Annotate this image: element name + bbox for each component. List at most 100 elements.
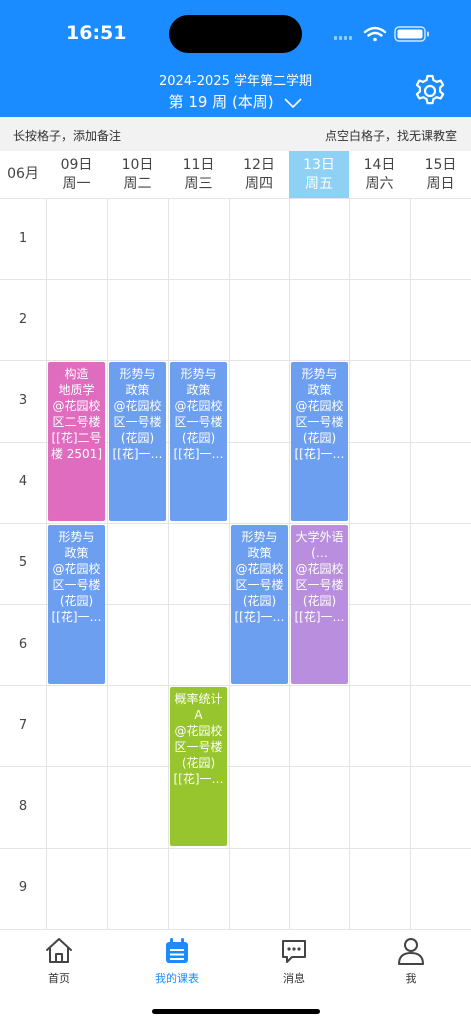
course-text: 政策 [307,383,332,397]
app-header: 16:51 2024-2025 学年第二学期 第 19 周 (本周) [0,0,471,117]
hint-add-note: 长按格子，添加备注 [13,129,122,143]
battery-icon [394,26,429,42]
course-text: [[花]一… [294,610,345,624]
week-label: 第 19 周 (本周) [168,93,274,111]
course-text: 区一号楼 [235,578,284,592]
course-text: @花园校 [174,724,223,738]
course-text: [[花]一… [112,447,163,461]
course-text: (花园) [181,756,216,770]
hint-find-classroom: 点空白格子，找无课教室 [324,129,457,143]
day-date: 09日 [60,157,93,173]
day-header-2: 11日 周三 [168,151,229,198]
course-text: 形势与 [301,367,338,381]
grid-col-line [410,198,411,929]
course-text: 区一号楼 [174,415,223,429]
settings-button[interactable] [412,73,448,109]
period-label: 7 [18,718,28,733]
course-text: (… [311,546,328,560]
course-text: 构造 [64,367,89,381]
course-text: [[花]二号 [51,431,102,445]
dynamic-island [169,15,302,53]
course-text: 形势与 [241,530,278,544]
schedule-icon [166,938,188,963]
course-block[interactable]: 形势与政策 @花园校区一号楼 (花园) [[花]一… [291,362,348,521]
status-time: 16:51 [66,22,127,44]
course-text: 政策 [64,546,89,560]
message-icon [282,940,306,963]
course-text: (花园) [59,594,94,608]
tab-home-label: 首页 [48,972,70,985]
day-date: 11日 [182,157,215,173]
course-block[interactable]: 概率统计 A @花园校区一号楼 (花园) [[花]一… [170,687,227,846]
course-text: 政策 [247,546,272,560]
period-label: 9 [18,880,28,895]
day-date: 14日 [363,157,396,173]
course-text: 区一号楼 [295,415,344,429]
tab-me[interactable]: 我 [371,936,451,986]
day-weekday: 周一 [62,176,91,192]
tab-schedule-label: 我的课表 [155,972,199,985]
grid-col-line [46,198,47,929]
course-text: 形势与 [119,367,156,381]
course-text: (花园) [181,431,216,445]
course-text: [[花]一… [173,772,224,786]
day-header-1: 10日 周二 [107,151,168,198]
chevron-down-icon [284,94,303,112]
day-header-5: 14日 周六 [349,151,410,198]
course-text: 政策 [186,383,211,397]
course-text: @花园校 [113,399,162,413]
course-text: 区一号楼 [174,740,223,754]
course-text: @花园校 [52,399,101,413]
course-text: 形势与 [58,530,95,544]
day-weekday: 周四 [245,176,273,192]
grid-row-line [0,523,471,524]
course-block[interactable]: 构造 地质学 @花园校 区二号楼 [[花]二号楼 2501] [48,362,105,521]
period-label: 6 [18,637,28,652]
term-title: 2024-2025 学年第二学期 [159,74,312,89]
day-date: 12日 [243,157,275,173]
course-text: @花园校 [295,399,344,413]
home-icon [46,938,72,963]
hint-bar: 长按格子，添加备注 点空白格子，找无课教室 [0,117,471,151]
month-label: 06月 [7,166,39,182]
course-text: @花园校 [174,399,223,413]
course-text: (花园) [302,431,337,445]
grid-row-line [0,848,471,849]
grid-row-line [0,685,471,686]
tab-home[interactable]: 首页 [19,936,99,986]
grid-col-line [349,198,350,929]
period-label: 5 [18,555,28,570]
grid-row-line [0,279,471,280]
course-block[interactable]: 形势与 政策 @花园校 区一号楼 (花园) [[花]一… [109,362,166,521]
course-text: @花园校 [235,562,284,576]
tab-schedule[interactable]: 我的课表 [137,936,217,986]
course-block[interactable]: 形势与 政策 @花园校 区一号楼 (花园) [[花]一… [48,525,105,684]
course-text: [[花]一… [294,447,345,461]
course-text: @花园校 [52,562,101,576]
day-header-0: 09日周一 [46,151,107,198]
tab-messages[interactable]: 消息 [254,936,334,986]
day-date: 10日 [121,157,154,173]
day-header-3: 12日周四 [229,151,289,198]
course-block[interactable]: 形势与 政策 @花园校 区一号楼 (花园) [[花]一… [231,525,288,684]
course-text: 政策 [125,383,150,397]
day-date: 13日 [303,157,335,173]
course-text: 楼 2501] [50,447,103,461]
tab-me-label: 我 [405,972,417,985]
day-date: 15日 [424,157,457,173]
week-selector[interactable]: 第 19 周 (本周) [0,91,471,112]
timetable-grid[interactable]: 1 2 3 4 5 6 7 8 9 构造 地质学 @花园校 区二号楼 [[花]二号楼 2501] 形势与 政策… [0,198,471,930]
course-block[interactable]: 大学外语 (… @花园校 区一号楼 (花园) [[花]一… [291,525,348,684]
grid-col-line [229,198,230,929]
course-text: (花园) [120,431,155,445]
home-indicator [152,1009,320,1014]
signal-icon [334,36,352,40]
course-text: 形势与 [180,367,217,381]
period-label: 4 [18,474,28,489]
course-block[interactable]: 形势与 政策 @花园校 区一号楼 (花园) [[花]一… [170,362,227,521]
day-header-4: 13日 周五 [289,151,349,198]
course-text: A [194,708,203,722]
course-text: 区二号楼 [52,415,101,429]
course-text: 概率统计 [174,692,223,706]
period-label: 2 [18,312,28,327]
